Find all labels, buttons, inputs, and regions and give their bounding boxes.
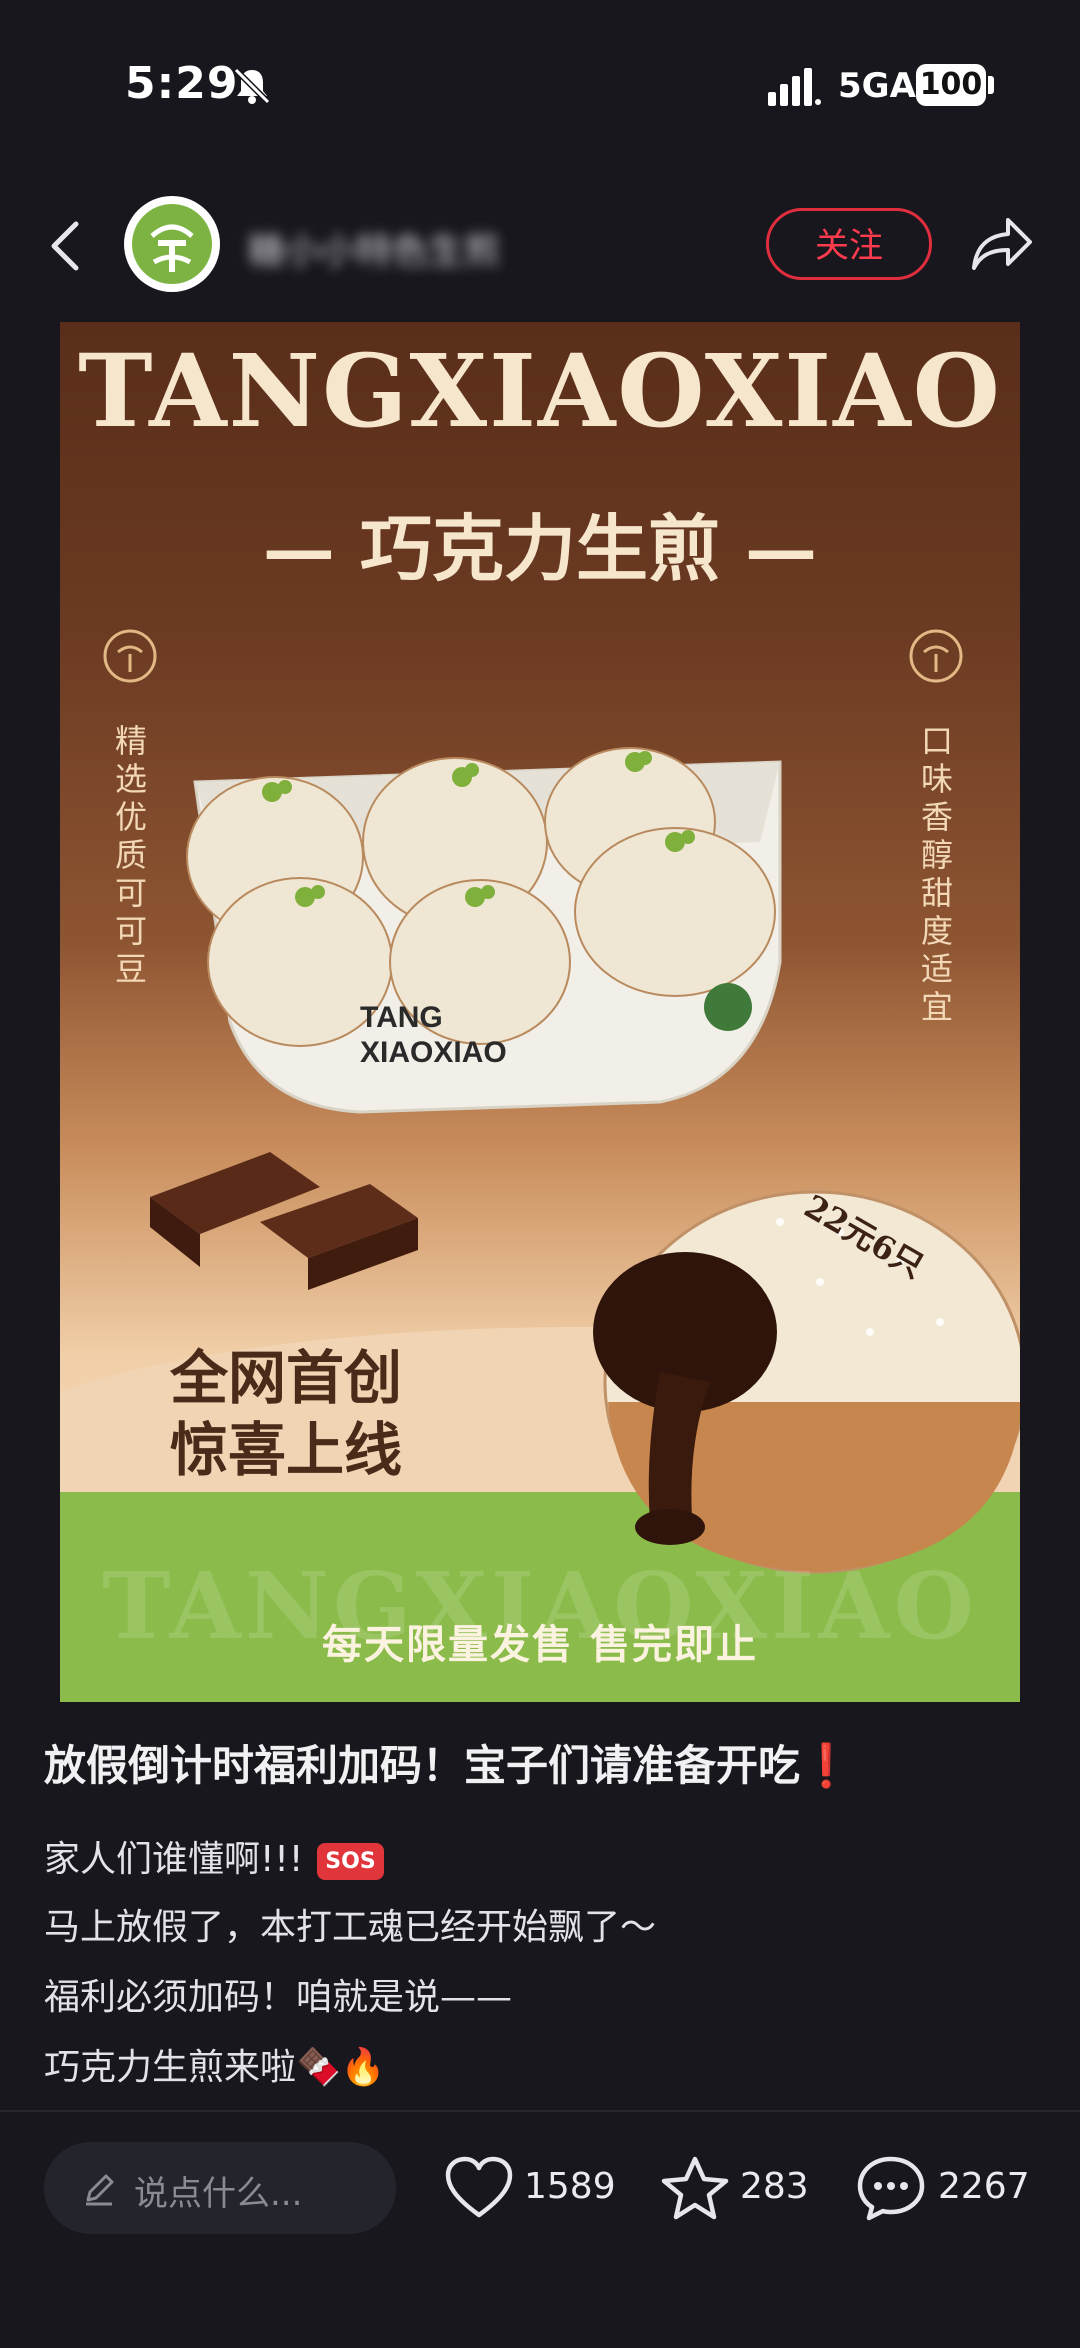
network-type: 5GA: [838, 66, 916, 106]
follow-button[interactable]: 关注: [766, 208, 932, 280]
seal-right-icon: [909, 629, 963, 683]
star-icon[interactable]: [660, 2155, 730, 2221]
share-icon[interactable]: [970, 214, 1034, 274]
bottom-divider: [0, 2110, 1080, 2112]
sos-badge: SOS: [317, 1842, 384, 1880]
signal-icon: [768, 68, 821, 106]
status-time: 5:29: [125, 58, 239, 109]
comment-count[interactable]: 2267: [938, 2166, 1030, 2207]
poster-bottom-text: 每天限量发售 售完即止: [322, 1621, 758, 1668]
post-body-line: 巧克力生煎来啦🍫🔥: [44, 2047, 386, 2088]
brand-logo-icon: [132, 204, 212, 284]
heart-icon[interactable]: [444, 2155, 514, 2221]
post-image[interactable]: TANG XIAOXIAO TANGXIAOXIAO — 巧克力生煎 — 精选优…: [60, 322, 1020, 1702]
post-title: 放假倒计时福利加码！宝子们请准备开吃❗: [44, 1741, 853, 1790]
author-avatar[interactable]: [124, 196, 220, 292]
poster-brand: TANGXIAOXIAO: [78, 332, 1002, 450]
like-count[interactable]: 1589: [524, 2166, 616, 2207]
poster-subtitle: — 巧克力生煎 —: [262, 506, 818, 591]
status-bar: 5:29 5GA 100: [0, 0, 1080, 180]
box-brand-line1: TANG: [360, 1001, 443, 1034]
bell-muted-icon: [233, 67, 271, 105]
seal-left-icon: [103, 629, 157, 683]
favorite-count[interactable]: 283: [740, 2166, 809, 2207]
battery-tip: [988, 76, 994, 94]
poster-tagline: 全网首创 惊喜上线: [170, 1342, 402, 1486]
poster-left-vertical-text: 精选优质可可豆: [114, 722, 147, 988]
back-icon[interactable]: [46, 218, 86, 274]
comment-placeholder: 说点什么...: [134, 2174, 303, 2214]
post-body-line: 家人们谁懂啊!!! SOS: [44, 1830, 384, 1882]
author-name[interactable]: 糖小小特色生煎: [248, 222, 568, 272]
post-body-line: 福利必须加码！咱就是说——: [44, 1977, 513, 2018]
pencil-icon: [86, 2174, 114, 2206]
battery-indicator: 100: [916, 64, 986, 106]
comment-bubble-icon[interactable]: [856, 2155, 926, 2221]
post-body-line: 马上放假了，本打工魂已经开始飘了～: [44, 1907, 657, 1948]
box-brand-line2: XIAOXIAO: [360, 1036, 507, 1069]
comment-input[interactable]: 说点什么...: [44, 2142, 396, 2234]
poster-right-vertical-text: 口味香醇甜度适宜: [920, 722, 953, 1026]
poster-tagline-line1: 全网首创: [170, 1344, 403, 1412]
post-body-text: 家人们谁懂啊!!!: [44, 1839, 304, 1880]
poster-tagline-line2: 惊喜上线: [170, 1416, 403, 1484]
